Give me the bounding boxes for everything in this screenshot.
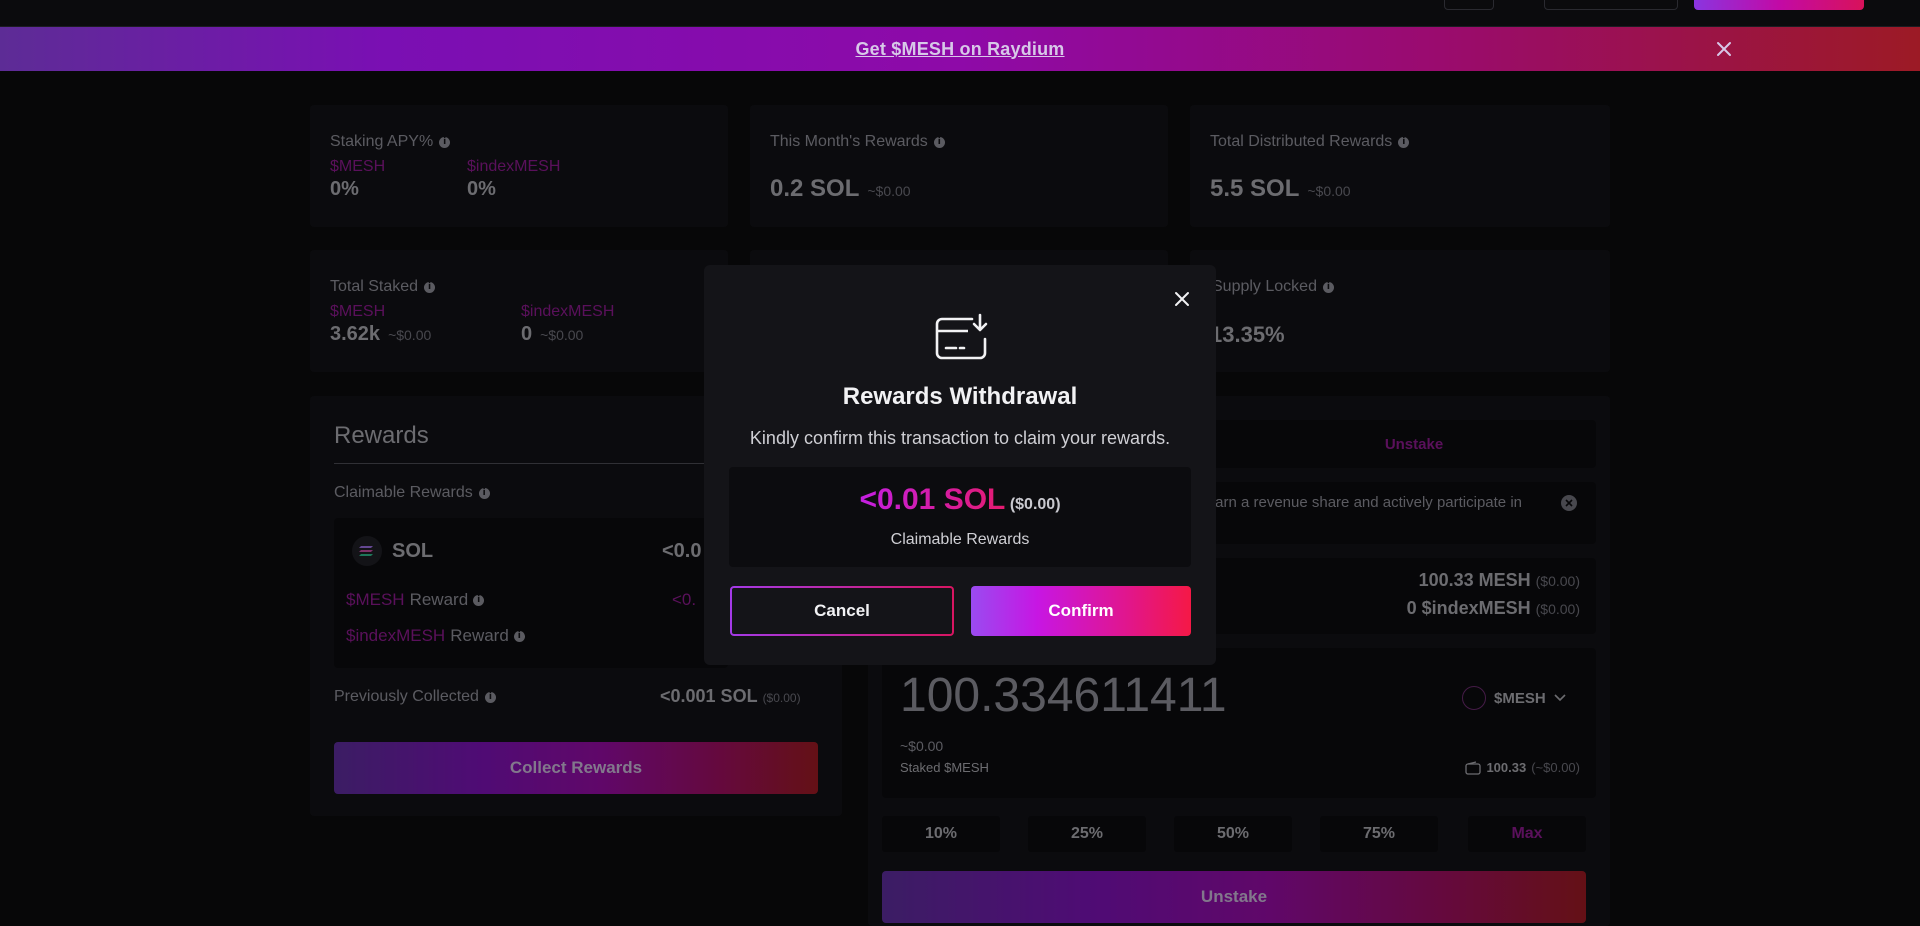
close-icon[interactable] <box>1172 289 1192 309</box>
claim-amount-box: <0.01 SOL ($0.00) Claimable Rewards <box>729 467 1191 567</box>
token-label: $indexMESH <box>521 303 615 320</box>
confirm-button[interactable]: Confirm <box>971 586 1191 636</box>
solana-icon <box>352 536 382 566</box>
close-icon[interactable] <box>1713 38 1735 60</box>
pct-75-button[interactable]: 75% <box>1320 816 1438 852</box>
month-rewards-card: This Month's Rewards i 0.2 SOL ~$0.00 <box>750 105 1168 227</box>
amount-input-box: 100.334611411 ~$0.00 Staked $MESH $MESH … <box>882 648 1596 798</box>
amount-usd: ~$0.00 <box>900 738 944 754</box>
info-icon[interactable]: i <box>473 594 485 606</box>
promo-banner: Get $MESH on Raydium <box>0 27 1920 71</box>
prev-collected-label: Previously Collected <box>334 688 479 705</box>
divider <box>334 463 728 464</box>
mesh-reward-row: $MESH Reward i <box>346 590 485 610</box>
reward-label: Reward <box>450 626 509 645</box>
card-label: Staking APY% <box>330 133 434 150</box>
info-icon[interactable]: i <box>513 630 525 642</box>
balance-index: 0 $indexMESH <box>1406 598 1531 618</box>
token-label: $MESH <box>330 303 386 320</box>
connect-wallet-button[interactable] <box>1694 0 1864 10</box>
distributed-value: 5.5 SOL <box>1210 175 1300 202</box>
staked-label: Staked $MESH <box>900 760 989 775</box>
wallet-icon <box>1465 760 1482 775</box>
index-reward-row: $indexMESH Reward i <box>346 626 525 646</box>
mesh-reward-value: <0. <box>672 590 697 609</box>
claimable-label: Claimable Rewards <box>334 484 473 501</box>
pct-max-button[interactable]: Max <box>1468 816 1586 852</box>
prev-collected-value: <0.001 SOL <box>660 686 758 706</box>
amount-input[interactable]: 100.334611411 <box>900 668 1227 723</box>
usd-value: ($0.00) <box>762 691 801 705</box>
total-staked-card: Total Staked i $MESH 3.62k ~$0.00 $indexM… <box>310 250 728 372</box>
token-label: $indexMESH <box>346 626 446 645</box>
card-label: Total Distributed Rewards <box>1210 133 1393 150</box>
nav-button[interactable] <box>1444 0 1494 10</box>
card-label: Supply Locked <box>1212 278 1317 295</box>
sol-label: SOL <box>392 540 434 562</box>
usd-value: ~$0.00 <box>867 183 911 199</box>
modal-subtitle: Kindly confirm this transaction to claim… <box>749 428 1171 448</box>
pct-25-button[interactable]: 25% <box>1028 816 1146 852</box>
distributed-rewards-card: Total Distributed Rewards i 5.5 SOL ~$0.0… <box>1190 105 1610 227</box>
claim-amount: <0.01 SOL <box>859 483 1006 516</box>
supply-locked-value: 13.35% <box>1210 322 1285 347</box>
apy-value: 0% <box>330 178 359 200</box>
token-label: $indexMESH <box>467 158 561 175</box>
card-label: This Month's Rewards <box>770 133 928 150</box>
info-icon[interactable]: i <box>1322 281 1334 293</box>
info-icon[interactable]: i <box>439 136 451 148</box>
collect-rewards-button[interactable]: Collect Rewards <box>334 742 818 794</box>
usd-value: (~$0.00) <box>1531 760 1580 775</box>
token-label: $MESH <box>330 158 386 175</box>
staked-value: 3.62k <box>330 323 381 345</box>
claim-amount-usd: ($0.00) <box>1009 496 1061 513</box>
raydium-link[interactable]: Get $MESH on Raydium <box>855 39 1064 60</box>
info-icon[interactable]: i <box>424 281 436 293</box>
claimable-rewards-box: SOL <0.0 $MESH Reward i <0. $indexMESH R… <box>334 518 728 668</box>
balance-mesh: 100.33 MESH <box>1418 570 1531 590</box>
unstake-button[interactable]: Unstake <box>882 871 1586 923</box>
tab-unstake[interactable]: Unstake <box>1232 420 1596 468</box>
info-icon[interactable]: i <box>484 691 496 703</box>
card-label: Total Staked <box>330 278 419 295</box>
pct-50-button[interactable]: 50% <box>1174 816 1292 852</box>
usd-value: ($0.00) <box>1535 601 1580 617</box>
apy-value: 0% <box>467 178 496 200</box>
sol-amount: <0.0 <box>662 540 702 562</box>
rewards-withdrawal-modal: Rewards Withdrawal Kindly confirm this t… <box>704 265 1216 665</box>
staked-value: 0 <box>521 323 533 345</box>
token-selector-label: $MESH <box>1494 689 1546 707</box>
mesh-logo-icon <box>1462 686 1486 710</box>
info-icon[interactable]: i <box>478 487 490 499</box>
usd-value: ($0.00) <box>1535 573 1580 589</box>
nav-button[interactable] <box>1544 0 1678 10</box>
rewards-title: Rewards <box>334 422 429 449</box>
info-icon[interactable]: i <box>933 136 945 148</box>
withdraw-card-icon <box>935 313 988 360</box>
token-label: $MESH <box>346 590 405 609</box>
supply-locked-card: Supply Locked i 13.35% <box>1190 250 1610 372</box>
usd-value: ~$0.00 <box>540 327 584 343</box>
month-rewards-value: 0.2 SOL <box>770 175 860 202</box>
wallet-value: 100.33 <box>1486 760 1527 775</box>
token-selector[interactable]: $MESH <box>1462 686 1566 710</box>
usd-value: ~$0.00 <box>388 327 432 343</box>
staking-apy-card: Staking APY% i $MESH 0% $indexMESH 0% <box>310 105 728 227</box>
info-icon[interactable]: i <box>1398 136 1410 148</box>
usd-value: ~$0.00 <box>1307 183 1351 199</box>
modal-title: Rewards Withdrawal <box>842 383 1078 410</box>
claim-amount-caption: Claimable Rewards <box>890 531 1030 548</box>
chevron-down-icon <box>1554 694 1566 702</box>
cancel-button[interactable]: Cancel <box>730 586 954 636</box>
top-nav <box>0 0 1920 27</box>
dismiss-icon[interactable] <box>1560 494 1578 512</box>
reward-label: Reward <box>409 590 469 609</box>
pct-10-button[interactable]: 10% <box>882 816 1000 852</box>
